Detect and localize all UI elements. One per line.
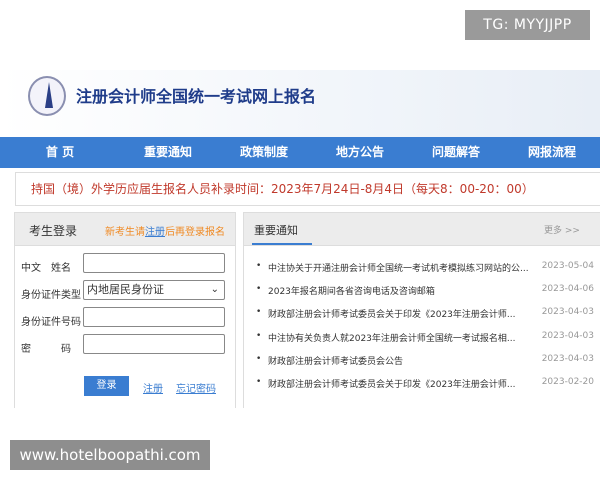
login-panel: 考生登录 新考生请注册后再登录报名 中文 姓名 身份证件类型 内地居民身份证 ⌄ … bbox=[14, 212, 236, 408]
password-row: 密 码 bbox=[21, 340, 83, 355]
tab-important-notices[interactable]: 重要通知 bbox=[254, 222, 298, 238]
news-title[interactable]: 财政部注册会计师考试委员会关于印发《2023年注册会计师... bbox=[268, 307, 539, 320]
more-link[interactable]: 更多 >> bbox=[544, 223, 580, 236]
nav-process[interactable]: 网报流程 bbox=[504, 137, 600, 168]
list-item[interactable]: • 财政部注册会计师考试委员会关于印发《2023年注册会计师... 2023-02-… bbox=[256, 377, 594, 390]
logo-icon bbox=[28, 76, 66, 116]
id-type-row: 身份证件类型 bbox=[21, 286, 83, 301]
forgot-password-link[interactable]: 忘记密码 bbox=[176, 380, 216, 395]
register-link[interactable]: 注册 bbox=[143, 380, 163, 395]
list-item[interactable]: • 财政部注册会计师考试委员会公告 2023-04-03 bbox=[256, 354, 594, 367]
news-date: 2023-04-03 bbox=[541, 354, 594, 364]
main-nav: 首 页 重要通知 政策制度 地方公告 问题解答 网报流程 bbox=[0, 137, 600, 168]
news-title[interactable]: 财政部注册会计师考试委员会关于印发《2023年注册会计师... bbox=[268, 377, 539, 390]
login-button[interactable]: 登录 bbox=[84, 376, 129, 396]
notice-banner: 持国（境）外学历应届生报名人员补录时间：2023年7月24日-8月4日（每天8：… bbox=[15, 172, 600, 206]
list-item[interactable]: • 财政部注册会计师考试委员会关于印发《2023年注册会计师... 2023-04-… bbox=[256, 307, 594, 320]
list-item[interactable]: • 中注协关于开通注册会计师全国统一考试机考模拟练习网站的公... 2023-05-… bbox=[256, 261, 594, 274]
id-number-label: 身份证件号码 bbox=[21, 317, 81, 328]
nav-faq[interactable]: 问题解答 bbox=[408, 137, 504, 168]
login-title: 考生登录 bbox=[29, 224, 78, 238]
tab-underline bbox=[252, 243, 312, 245]
news-title[interactable]: 财政部注册会计师考试委员会公告 bbox=[268, 354, 539, 367]
nav-notices[interactable]: 重要通知 bbox=[120, 137, 216, 168]
chevron-down-icon: ⌄ bbox=[210, 284, 219, 295]
nav-home[interactable]: 首 页 bbox=[0, 137, 120, 168]
name-input[interactable] bbox=[83, 253, 225, 273]
watermark-top: TG: MYYJJPP bbox=[465, 10, 590, 40]
news-date: 2023-02-20 bbox=[541, 377, 594, 387]
password-input[interactable] bbox=[83, 334, 225, 354]
news-date: 2023-05-04 bbox=[541, 261, 594, 271]
site-title: 注册会计师全国统一考试网上报名 bbox=[76, 87, 317, 106]
news-panel: 重要通知 更多 >> • 中注协关于开通注册会计师全国统一考试机考模拟练习网站的公… bbox=[243, 212, 600, 408]
tip-text-after: 后再登录报名 bbox=[165, 227, 225, 238]
id-type-value: 内地居民身份证 bbox=[87, 283, 164, 296]
news-date: 2023-04-03 bbox=[541, 307, 594, 317]
list-item[interactable]: • 中注协有关负责人就2023年注册会计师全国统一考试报名相... 2023-04-… bbox=[256, 331, 594, 344]
list-item[interactable]: • 2023年报名期间各省咨询电话及咨询邮箱 2023-04-06 bbox=[256, 284, 594, 297]
news-title[interactable]: 2023年报名期间各省咨询电话及咨询邮箱 bbox=[268, 284, 539, 297]
tip-register-link[interactable]: 注册 bbox=[145, 227, 165, 238]
news-title[interactable]: 中注协有关负责人就2023年注册会计师全国统一考试报名相... bbox=[268, 331, 539, 344]
register-tip: 新考生请注册后再登录报名 bbox=[105, 223, 225, 238]
id-type-label: 身份证件类型 bbox=[21, 290, 81, 301]
id-number-input[interactable] bbox=[83, 307, 225, 327]
nav-policies[interactable]: 政策制度 bbox=[216, 137, 312, 168]
news-date: 2023-04-03 bbox=[541, 331, 594, 341]
id-type-select[interactable]: 内地居民身份证 ⌄ bbox=[83, 280, 225, 300]
nav-local[interactable]: 地方公告 bbox=[312, 137, 408, 168]
id-number-row: 身份证件号码 bbox=[21, 313, 83, 328]
password-label: 密 码 bbox=[21, 344, 71, 355]
watermark-bottom: www.hotelboopathi.com bbox=[10, 440, 210, 470]
news-date: 2023-04-06 bbox=[541, 284, 594, 294]
news-title[interactable]: 中注协关于开通注册会计师全国统一考试机考模拟练习网站的公... bbox=[268, 261, 539, 274]
name-row: 中文 姓名 bbox=[21, 259, 83, 274]
name-label: 中文 姓名 bbox=[21, 263, 71, 274]
tip-text: 新考生请 bbox=[105, 227, 145, 238]
site-header: 注册会计师全国统一考试网上报名 bbox=[0, 70, 600, 137]
